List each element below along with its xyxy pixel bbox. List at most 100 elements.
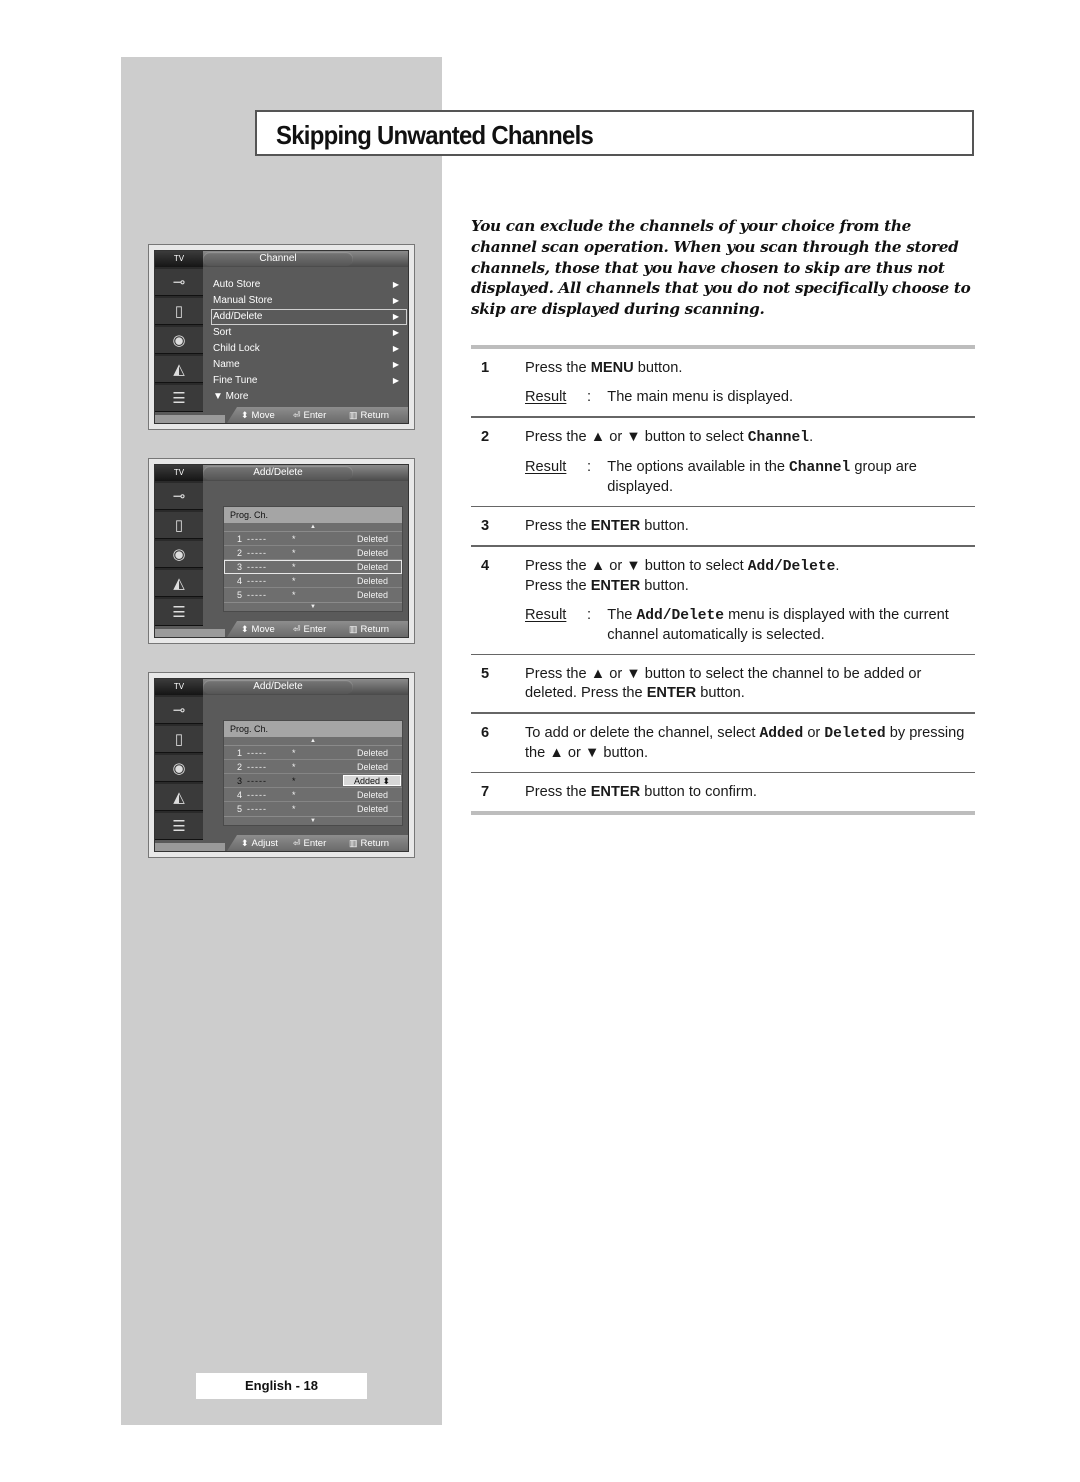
step-text: Press the ▲ or ▼ button to select xyxy=(525,557,748,574)
osd-tv-label: TV xyxy=(155,465,203,481)
menu-item-child-lock[interactable]: Child Lock ▶ xyxy=(211,341,407,357)
channel-status: Deleted xyxy=(356,534,388,544)
osd-add-delete-menu: TV Add/Delete ⊸ ▯ ◉ ◭ ☰ Prog. Ch. ▲ 1 ---… xyxy=(148,458,415,644)
channel-status: Deleted xyxy=(356,548,388,558)
channel-name: ----- xyxy=(247,804,267,814)
channel-status: Deleted xyxy=(356,562,388,572)
return-icon: ▥ xyxy=(349,838,358,848)
menu-item-name[interactable]: Name ▶ xyxy=(211,357,407,373)
prog-number: 2 xyxy=(237,548,243,558)
table-row-selected[interactable]: 3 ----- * Deleted xyxy=(224,560,402,574)
sound-icon: ◉ xyxy=(155,327,203,354)
channel-status: Deleted xyxy=(356,790,388,800)
hint-enter: Enter xyxy=(303,410,327,421)
scroll-down-icon[interactable]: ▼ xyxy=(224,816,402,825)
step-text: button. xyxy=(640,577,689,594)
osd-hint-bar: ⬍ Adjust ⏎ Enter ▥ Return xyxy=(155,829,408,851)
intro-paragraph: You can exclude the channels of your cho… xyxy=(471,217,971,319)
table-row[interactable]: 4 ----- * Deleted xyxy=(224,574,402,588)
button-name: MENU xyxy=(590,360,634,376)
table-row[interactable]: 2 ----- * Deleted xyxy=(224,546,402,560)
prog-number: 1 xyxy=(237,748,243,758)
channel-status: Deleted xyxy=(356,576,388,586)
channel-marker: * xyxy=(292,576,296,586)
result-text: The options available in the Channel gro… xyxy=(607,458,917,495)
button-name: ENTER xyxy=(646,685,697,701)
menu-name: Channel xyxy=(747,429,810,446)
channel-status: Deleted xyxy=(356,590,388,600)
channel-marker: * xyxy=(292,562,296,572)
option-name: Deleted xyxy=(824,725,886,742)
channel-icon: ◭ xyxy=(155,356,203,383)
osd-icon-column: ⊸ ▯ ◉ ◭ ☰ xyxy=(155,267,203,412)
table-row[interactable]: 4 ----- * Deleted xyxy=(224,788,402,802)
enter-icon: ⏎ xyxy=(293,624,301,634)
divider xyxy=(471,811,975,815)
table-row[interactable]: 5 ----- * Deleted xyxy=(224,588,402,602)
channel-name: ----- xyxy=(247,534,267,544)
prog-number: 4 xyxy=(237,790,243,800)
scroll-up-icon[interactable]: ▲ xyxy=(224,523,402,532)
picture-icon: ▯ xyxy=(155,298,203,325)
channel-name: ----- xyxy=(247,576,267,586)
step-6: 6 To add or delete the channel, select A… xyxy=(471,714,975,772)
channel-name: ----- xyxy=(247,748,267,758)
channel-marker: * xyxy=(292,762,296,772)
updown-icon: ⬍ xyxy=(241,624,249,634)
table-row[interactable]: 1 ----- * Deleted xyxy=(224,532,402,546)
channel-name: ----- xyxy=(247,790,267,800)
channel-marker: * xyxy=(292,548,296,558)
menu-item-sort[interactable]: Sort ▶ xyxy=(211,325,407,341)
prog-number: 4 xyxy=(237,576,243,586)
step-3: 3 Press the ENTER button. xyxy=(471,507,975,545)
channel-marker: * xyxy=(292,804,296,814)
hint-return: Return xyxy=(360,838,390,849)
prog-number: 1 xyxy=(237,534,243,544)
osd-title: Channel xyxy=(203,252,353,266)
input-icon: ⊸ xyxy=(155,697,203,724)
hint-adjust: Adjust xyxy=(251,838,278,849)
arrow-right-icon: ▶ xyxy=(392,280,399,289)
result-text: The main menu is displayed. xyxy=(607,389,794,405)
step-7: 7 Press the ENTER button to confirm. xyxy=(471,773,975,811)
step-text: Press the ▲ or ▼ button to select xyxy=(525,428,748,445)
step-text: To add or delete the channel, select xyxy=(525,724,760,741)
table-row[interactable]: 1 ----- * Deleted xyxy=(224,746,402,760)
menu-name: Add/Delete xyxy=(747,558,836,575)
prog-number: 5 xyxy=(237,590,243,600)
menu-item-auto-store[interactable]: Auto Store ▶ xyxy=(211,277,407,293)
channel-marker: * xyxy=(292,776,296,786)
osd-tv-label: TV xyxy=(155,679,203,695)
channel-name: ----- xyxy=(247,548,267,558)
scroll-up-icon[interactable]: ▲ xyxy=(224,737,402,746)
channel-table: Prog. Ch. ▲ 1 ----- * Deleted 2 ----- * Delete… xyxy=(223,720,403,826)
step-text: Press the xyxy=(525,577,591,594)
channel-menu-list: Auto Store ▶ Manual Store ▶ Add/Delete ▶ So… xyxy=(211,277,407,405)
return-icon: ▥ xyxy=(349,624,358,634)
menu-item-manual-store[interactable]: Manual Store ▶ xyxy=(211,293,407,309)
channel-table: Prog. Ch. ▲ 1 ----- * Deleted 2 ----- * Delete… xyxy=(223,506,403,612)
sound-icon: ◉ xyxy=(155,541,203,568)
prog-number: 2 xyxy=(237,762,243,772)
scroll-down-icon[interactable]: ▼ xyxy=(224,602,402,611)
menu-item-fine-tune[interactable]: Fine Tune ▶ xyxy=(211,373,407,389)
menu-item-label: Sort xyxy=(213,327,232,338)
hint-enter: Enter xyxy=(303,838,327,849)
status-selector[interactable]: Added ⬍ xyxy=(343,775,401,786)
picture-icon: ▯ xyxy=(155,512,203,539)
page-title: Skipping Unwanted Channels xyxy=(276,120,594,150)
section-title-box: Skipping Unwanted Channels xyxy=(255,110,974,156)
step-number: 6 xyxy=(481,724,490,741)
table-row[interactable]: 5 ----- * Deleted xyxy=(224,802,402,816)
step-number: 3 xyxy=(481,518,490,534)
table-row[interactable]: 2 ----- * Deleted xyxy=(224,760,402,774)
channel-marker: * xyxy=(292,748,296,758)
table-row-selected[interactable]: 3 ----- * Added ⬍ xyxy=(224,774,402,788)
channel-name: ----- xyxy=(247,762,267,772)
button-name: ENTER xyxy=(590,784,641,800)
step-text: Press the xyxy=(525,784,591,800)
button-name: ENTER xyxy=(590,518,641,534)
arrow-right-icon: ▶ xyxy=(392,376,399,385)
step-text: Press the xyxy=(525,518,591,534)
menu-item-add-delete[interactable]: Add/Delete ▶ xyxy=(211,309,407,325)
